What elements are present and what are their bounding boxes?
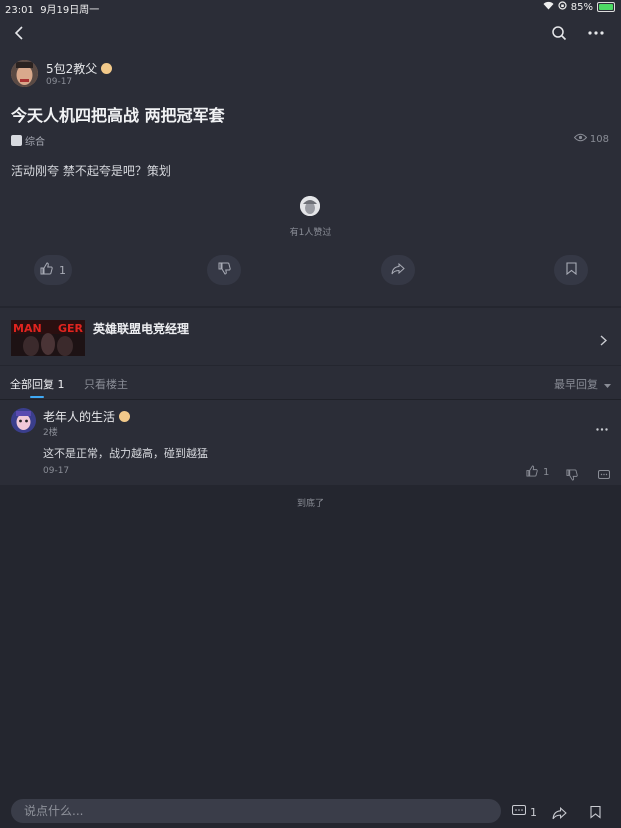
- tab-all-count: 1: [57, 378, 65, 391]
- comment-icon[interactable]: [598, 466, 610, 485]
- level-badge-icon: [119, 411, 131, 422]
- likes-summary: 有1人赞过: [289, 228, 332, 238]
- category-tag[interactable]: 综合: [11, 133, 45, 148]
- thumbs-down-icon[interactable]: [566, 466, 578, 485]
- view-count: 108: [573, 133, 609, 145]
- like-button[interactable]: 1: [34, 255, 72, 285]
- post-date: 09-17: [46, 77, 73, 87]
- bookmark-icon[interactable]: [590, 804, 601, 823]
- bookmark-button[interactable]: [554, 255, 588, 285]
- like-count: 1: [59, 263, 66, 277]
- reply-like-count: 1: [543, 467, 550, 478]
- thumbs-up-icon: [40, 262, 53, 278]
- dislike-button[interactable]: [207, 255, 241, 285]
- reply-floor: 2楼: [43, 428, 58, 438]
- more-horizontal-icon[interactable]: [588, 31, 604, 35]
- level-badge-icon: [101, 63, 113, 74]
- share-icon[interactable]: [552, 805, 567, 824]
- reply-like-button[interactable]: 1: [526, 465, 549, 480]
- orientation-lock-icon: [558, 1, 567, 13]
- tab-all-replies[interactable]: 全部回复 1: [10, 376, 65, 392]
- sort-dropdown[interactable]: 最早回复: [554, 376, 611, 392]
- post-body: 活动刚夸 禁不起夸是吧？策划: [11, 164, 171, 178]
- nav-bar: [0, 14, 621, 52]
- comment-count: 1: [530, 806, 537, 819]
- tab-active-indicator: [30, 396, 44, 398]
- chevron-right-icon[interactable]: [600, 331, 608, 350]
- status-right: 85%: [543, 1, 615, 13]
- game-promo[interactable]: MAN GER 英雄联盟电竞经理: [0, 308, 621, 365]
- share-icon: [391, 262, 405, 278]
- author-avatar[interactable]: [11, 60, 38, 87]
- share-button[interactable]: [381, 255, 415, 285]
- eye-icon: [573, 133, 588, 145]
- svg-text:GER: GER: [58, 322, 84, 335]
- reply-author-name[interactable]: 老年人的生活: [43, 408, 115, 425]
- caret-down-icon: [604, 378, 611, 391]
- tab-op-only[interactable]: 只看楼主: [84, 376, 128, 392]
- end-of-list: 到底了: [296, 499, 324, 509]
- category-label: 综合: [25, 137, 45, 148]
- reply-content: 这不是正常，战力越高，碰到越猛: [43, 447, 208, 460]
- status-bar: 23:01 9月19日周一 85%: [0, 0, 621, 16]
- comment-icon: [512, 805, 526, 820]
- reply-item: 老年人的生活 2楼 这不是正常，战力越高，碰到越猛 09-17 1: [0, 400, 621, 485]
- battery-percent: 85%: [570, 1, 593, 13]
- reply-author-row: 老年人的生活: [43, 408, 131, 425]
- wifi-icon: [543, 1, 554, 13]
- post-title: 今天人机四把高战 两把冠军套: [11, 106, 225, 125]
- chevron-left-icon[interactable]: [13, 25, 25, 41]
- thumbs-up-icon: [526, 465, 538, 480]
- view-count-value: 108: [589, 133, 609, 145]
- post-card: 5包2教父 09-17 今天人机四把高战 两把冠军套 综合 108 活动刚夸 禁…: [0, 52, 621, 306]
- search-icon[interactable]: [551, 25, 567, 41]
- author-row: 5包2教父: [46, 60, 113, 77]
- comments-button[interactable]: 1: [512, 805, 537, 820]
- thumbs-down-icon: [218, 262, 231, 278]
- liker-avatar[interactable]: [300, 196, 320, 216]
- bookmark-icon: [565, 262, 577, 278]
- comment-input[interactable]: 说点什么...: [11, 799, 501, 823]
- tab-all-label: 全部回复: [10, 378, 54, 391]
- reply-author-avatar[interactable]: [11, 408, 36, 433]
- promo-title: 英雄联盟电竞经理: [93, 322, 190, 336]
- reply-tabs: 全部回复 1 只看楼主 最早回复: [0, 366, 621, 400]
- sort-label: 最早回复: [554, 378, 598, 391]
- reply-more-icon[interactable]: [596, 416, 608, 435]
- bottom-bar: 说点什么... 1: [0, 796, 621, 828]
- svg-text:MAN: MAN: [13, 322, 42, 335]
- game-thumbnail: MAN GER: [11, 320, 85, 356]
- category-icon: [11, 135, 22, 146]
- battery-icon: [597, 2, 615, 12]
- reply-date: 09-17: [43, 466, 70, 476]
- author-name[interactable]: 5包2教父: [46, 60, 97, 77]
